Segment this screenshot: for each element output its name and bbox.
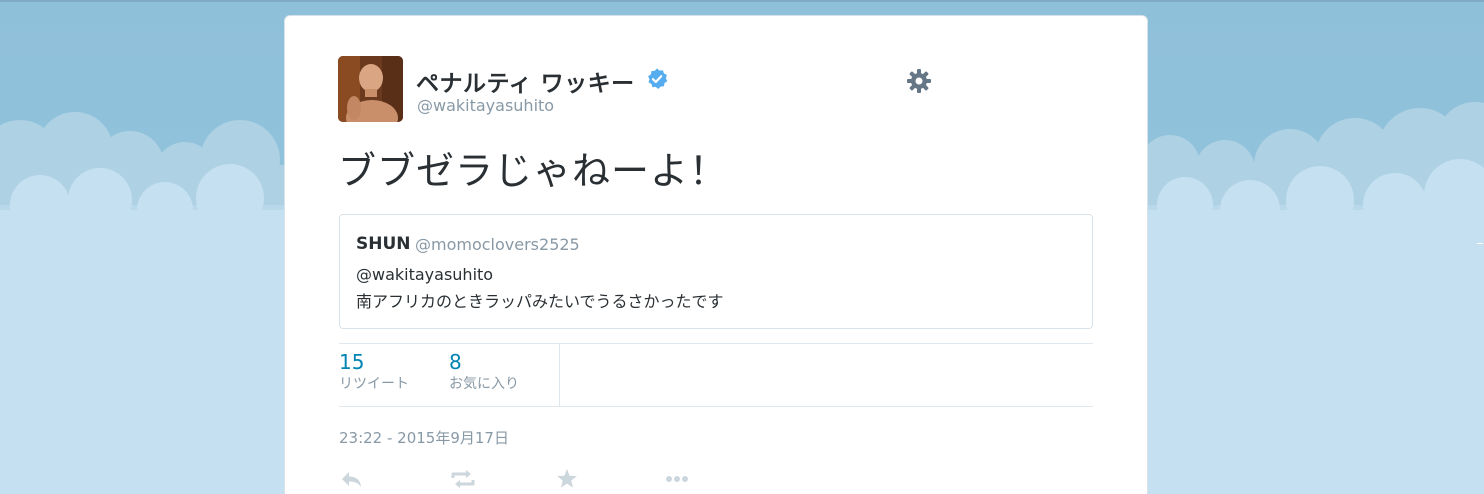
favorite-label: お気に入り	[449, 376, 519, 392]
retweet-icon[interactable]	[448, 468, 478, 490]
edge-mark	[1477, 243, 1483, 244]
favorite-count: 8	[449, 350, 462, 374]
tweet-timestamp[interactable]: 23:22 - 2015年9月17日	[339, 427, 509, 448]
stats-vertical-divider	[559, 344, 560, 406]
reply-icon[interactable]	[339, 468, 369, 490]
quoted-tweet-mention: @wakitayasuhito	[356, 265, 494, 284]
display-name[interactable]: ペナルティ ワッキー	[416, 64, 635, 98]
username[interactable]: @wakitayasuhito	[417, 96, 554, 115]
gear-icon[interactable]	[906, 68, 932, 94]
star-icon[interactable]	[552, 468, 582, 490]
quoted-tweet-username: @momoclovers2525	[415, 235, 580, 254]
retweet-label: リツイート	[339, 376, 409, 392]
stats-top-divider	[339, 343, 1093, 344]
retweet-count: 15	[339, 350, 365, 374]
retweet-stat[interactable]: 15 リツイート	[339, 350, 409, 394]
verified-badge-icon	[648, 68, 668, 89]
user-avatar[interactable]	[338, 56, 403, 122]
quoted-tweet-text: 南アフリカのときラッパみたいでうるさかったです	[356, 292, 724, 311]
quoted-tweet[interactable]: SHUN @momoclovers2525 @wakitayasuhito 南ア…	[339, 214, 1093, 329]
more-icon[interactable]	[662, 468, 692, 490]
tweet-text: ブブゼラじゃねーよ！	[338, 149, 729, 193]
stats-bottom-divider	[339, 406, 1093, 407]
tweet-card: ペナルティ ワッキー @wakitayasuhito ブブゼラじゃねーよ！ SH…	[284, 15, 1148, 494]
favorite-stat[interactable]: 8 お気に入り	[449, 350, 519, 394]
quoted-tweet-name: SHUN	[356, 234, 411, 254]
